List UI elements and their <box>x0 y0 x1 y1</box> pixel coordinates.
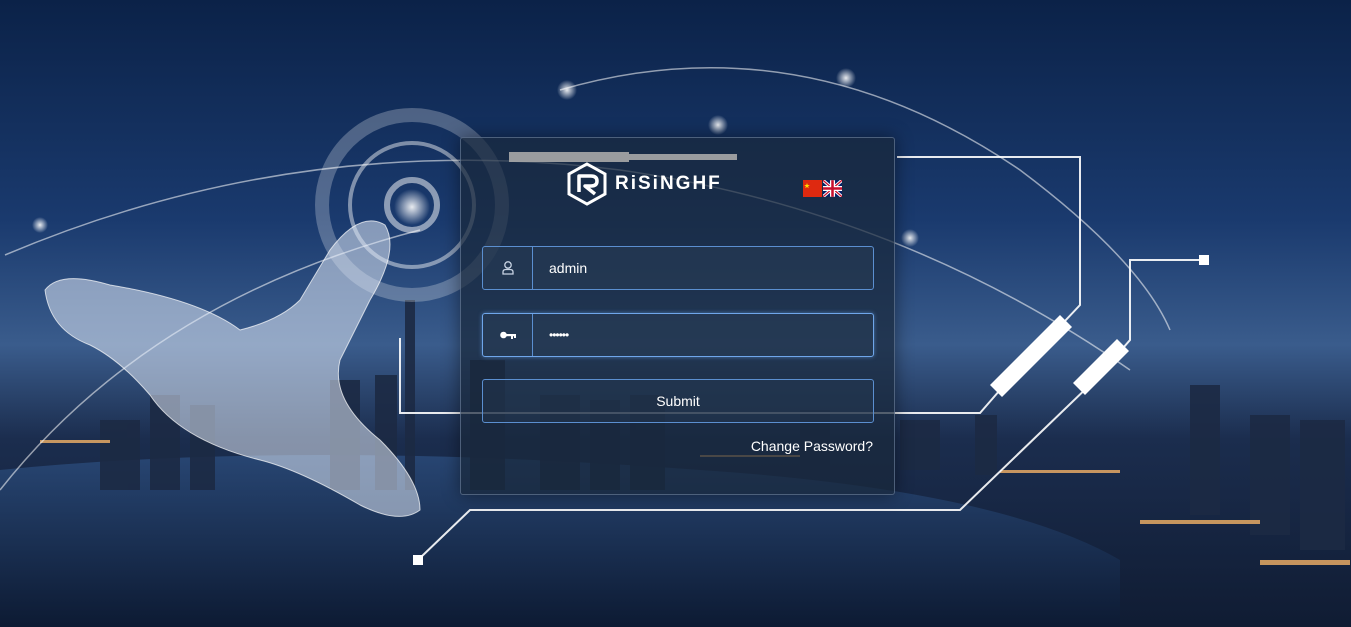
brand-name: RiSiNGHF <box>615 173 722 194</box>
user-icon-box <box>483 247 533 289</box>
risinghf-hexagon-logo-icon <box>567 162 607 206</box>
password-input[interactable] <box>533 314 873 356</box>
submit-button[interactable]: Submit <box>482 379 874 423</box>
key-icon <box>499 331 516 339</box>
decorative-header-bar <box>509 152 737 162</box>
password-field <box>482 313 874 357</box>
change-password-link[interactable]: Change Password? <box>751 438 873 454</box>
username-input[interactable] <box>533 247 873 289</box>
key-icon-box <box>483 314 533 356</box>
uk-flag-icon[interactable] <box>823 180 842 197</box>
brand-logo: RiSiNGHF <box>565 162 722 206</box>
user-icon <box>501 261 514 275</box>
chinese-flag-icon[interactable] <box>803 180 822 197</box>
language-selector <box>803 180 842 197</box>
username-field <box>482 246 874 290</box>
login-panel: RiSiNGHF admin •••••• Submit Change Pass… <box>460 137 895 495</box>
